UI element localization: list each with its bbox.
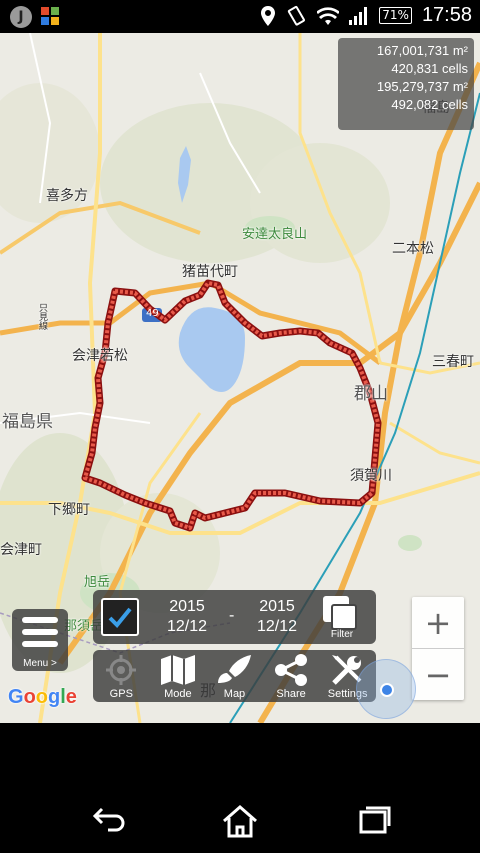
- share-icon: [275, 654, 308, 686]
- share-label: Share: [276, 688, 306, 700]
- wifi-icon: [317, 6, 340, 25]
- to-year: 2015: [259, 598, 295, 615]
- location-pin-icon: [261, 5, 276, 26]
- recent-apps-button[interactable]: [352, 804, 392, 838]
- mode-label: Mode: [164, 688, 192, 700]
- hamburger-icon: [22, 617, 58, 653]
- from-date: 12/12: [166, 618, 208, 635]
- mode-button[interactable]: Mode: [150, 650, 207, 702]
- map-label-minamiaizu: 会津町: [0, 542, 42, 558]
- map-label-shimogo: 下郷町: [48, 502, 90, 518]
- menu-label: Menu >: [23, 658, 57, 669]
- date-separator: -: [229, 607, 235, 624]
- crosshair-icon: [106, 655, 137, 685]
- paint-brush-icon: [218, 655, 252, 683]
- area-stats-panel: 167,001,731 m² 420,831 cells 195,279,737…: [338, 38, 474, 130]
- date-filter-checkbox[interactable]: [101, 598, 139, 636]
- home-icon: [223, 805, 257, 838]
- map-label-kitakata: 喜多方: [46, 188, 88, 204]
- map-label-fukushima-pref: 福島県: [2, 412, 53, 432]
- route-49-label: 49: [146, 308, 159, 319]
- menu-button[interactable]: Menu >: [12, 609, 68, 671]
- map-label-inawashiro: 猪苗代町: [182, 264, 238, 280]
- filter-label: Filter: [330, 629, 354, 640]
- bottom-toolbar: GPS Mode Map Share Settings: [93, 650, 376, 702]
- battery-indicator: 71%: [379, 7, 412, 24]
- folded-map-icon: [160, 655, 195, 685]
- gps-button[interactable]: GPS: [93, 650, 150, 702]
- status-bar: J 71% 17:58: [0, 0, 480, 33]
- area-total-2: 195,279,737 m²: [376, 79, 468, 94]
- share-button[interactable]: Share: [263, 650, 320, 702]
- zoom-in-button[interactable]: +: [412, 597, 464, 648]
- location-dot-icon: [380, 683, 394, 697]
- map-label-miharu: 三春町: [432, 354, 474, 370]
- map-label-tajima-line: 只見線: [37, 303, 47, 330]
- system-nav-bar: [0, 790, 480, 853]
- map-label-aizuwakamatsu: 会津若松: [72, 348, 128, 364]
- map-label-adatara: 安達太良山: [242, 227, 308, 242]
- map-label: Map: [223, 688, 246, 700]
- back-button[interactable]: [88, 804, 128, 838]
- clock: 17:58: [421, 4, 472, 26]
- back-icon: [92, 807, 125, 832]
- filter-button[interactable]: Filter: [317, 594, 367, 640]
- home-button[interactable]: [220, 804, 260, 838]
- cell-count-1: 420,831 cells: [391, 61, 468, 76]
- to-date-picker[interactable]: 2015 12/12: [247, 597, 307, 637]
- app-notification-icon: J: [10, 6, 32, 28]
- from-year: 2015: [169, 598, 205, 615]
- grid-app-icon: [40, 6, 60, 26]
- my-location-marker: [356, 659, 416, 719]
- checkmark-icon: [108, 607, 132, 628]
- map-label-koriyama: 郡山: [354, 384, 388, 404]
- zoom-controls: + −: [412, 597, 464, 700]
- map-label-asahidake: 旭岳: [84, 575, 111, 590]
- signal-icon: [349, 6, 368, 25]
- map-label-sukagawa: 須賀川: [350, 468, 392, 484]
- google-logo: Google: [8, 686, 77, 708]
- cell-count-2: 492,082 cells: [391, 97, 468, 112]
- map-view[interactable]: 喜多方 安達太良山 猪苗代町 二本松 会津若松 49 福島県 三春町 郡山 須賀…: [0, 33, 480, 723]
- to-date: 12/12: [256, 618, 298, 635]
- date-filter-panel: 2015 12/12 - 2015 12/12 Filter: [93, 590, 376, 644]
- map-label-nihonmatsu: 二本松: [392, 241, 434, 257]
- area-total-1: 167,001,731 m²: [376, 43, 468, 58]
- recent-apps-icon: [359, 806, 391, 834]
- gps-label: GPS: [109, 688, 133, 700]
- map-button[interactable]: Map: [206, 650, 263, 702]
- vibrate-icon: [288, 5, 306, 26]
- from-date-picker[interactable]: 2015 12/12: [157, 597, 217, 637]
- zoom-out-button[interactable]: −: [412, 649, 464, 700]
